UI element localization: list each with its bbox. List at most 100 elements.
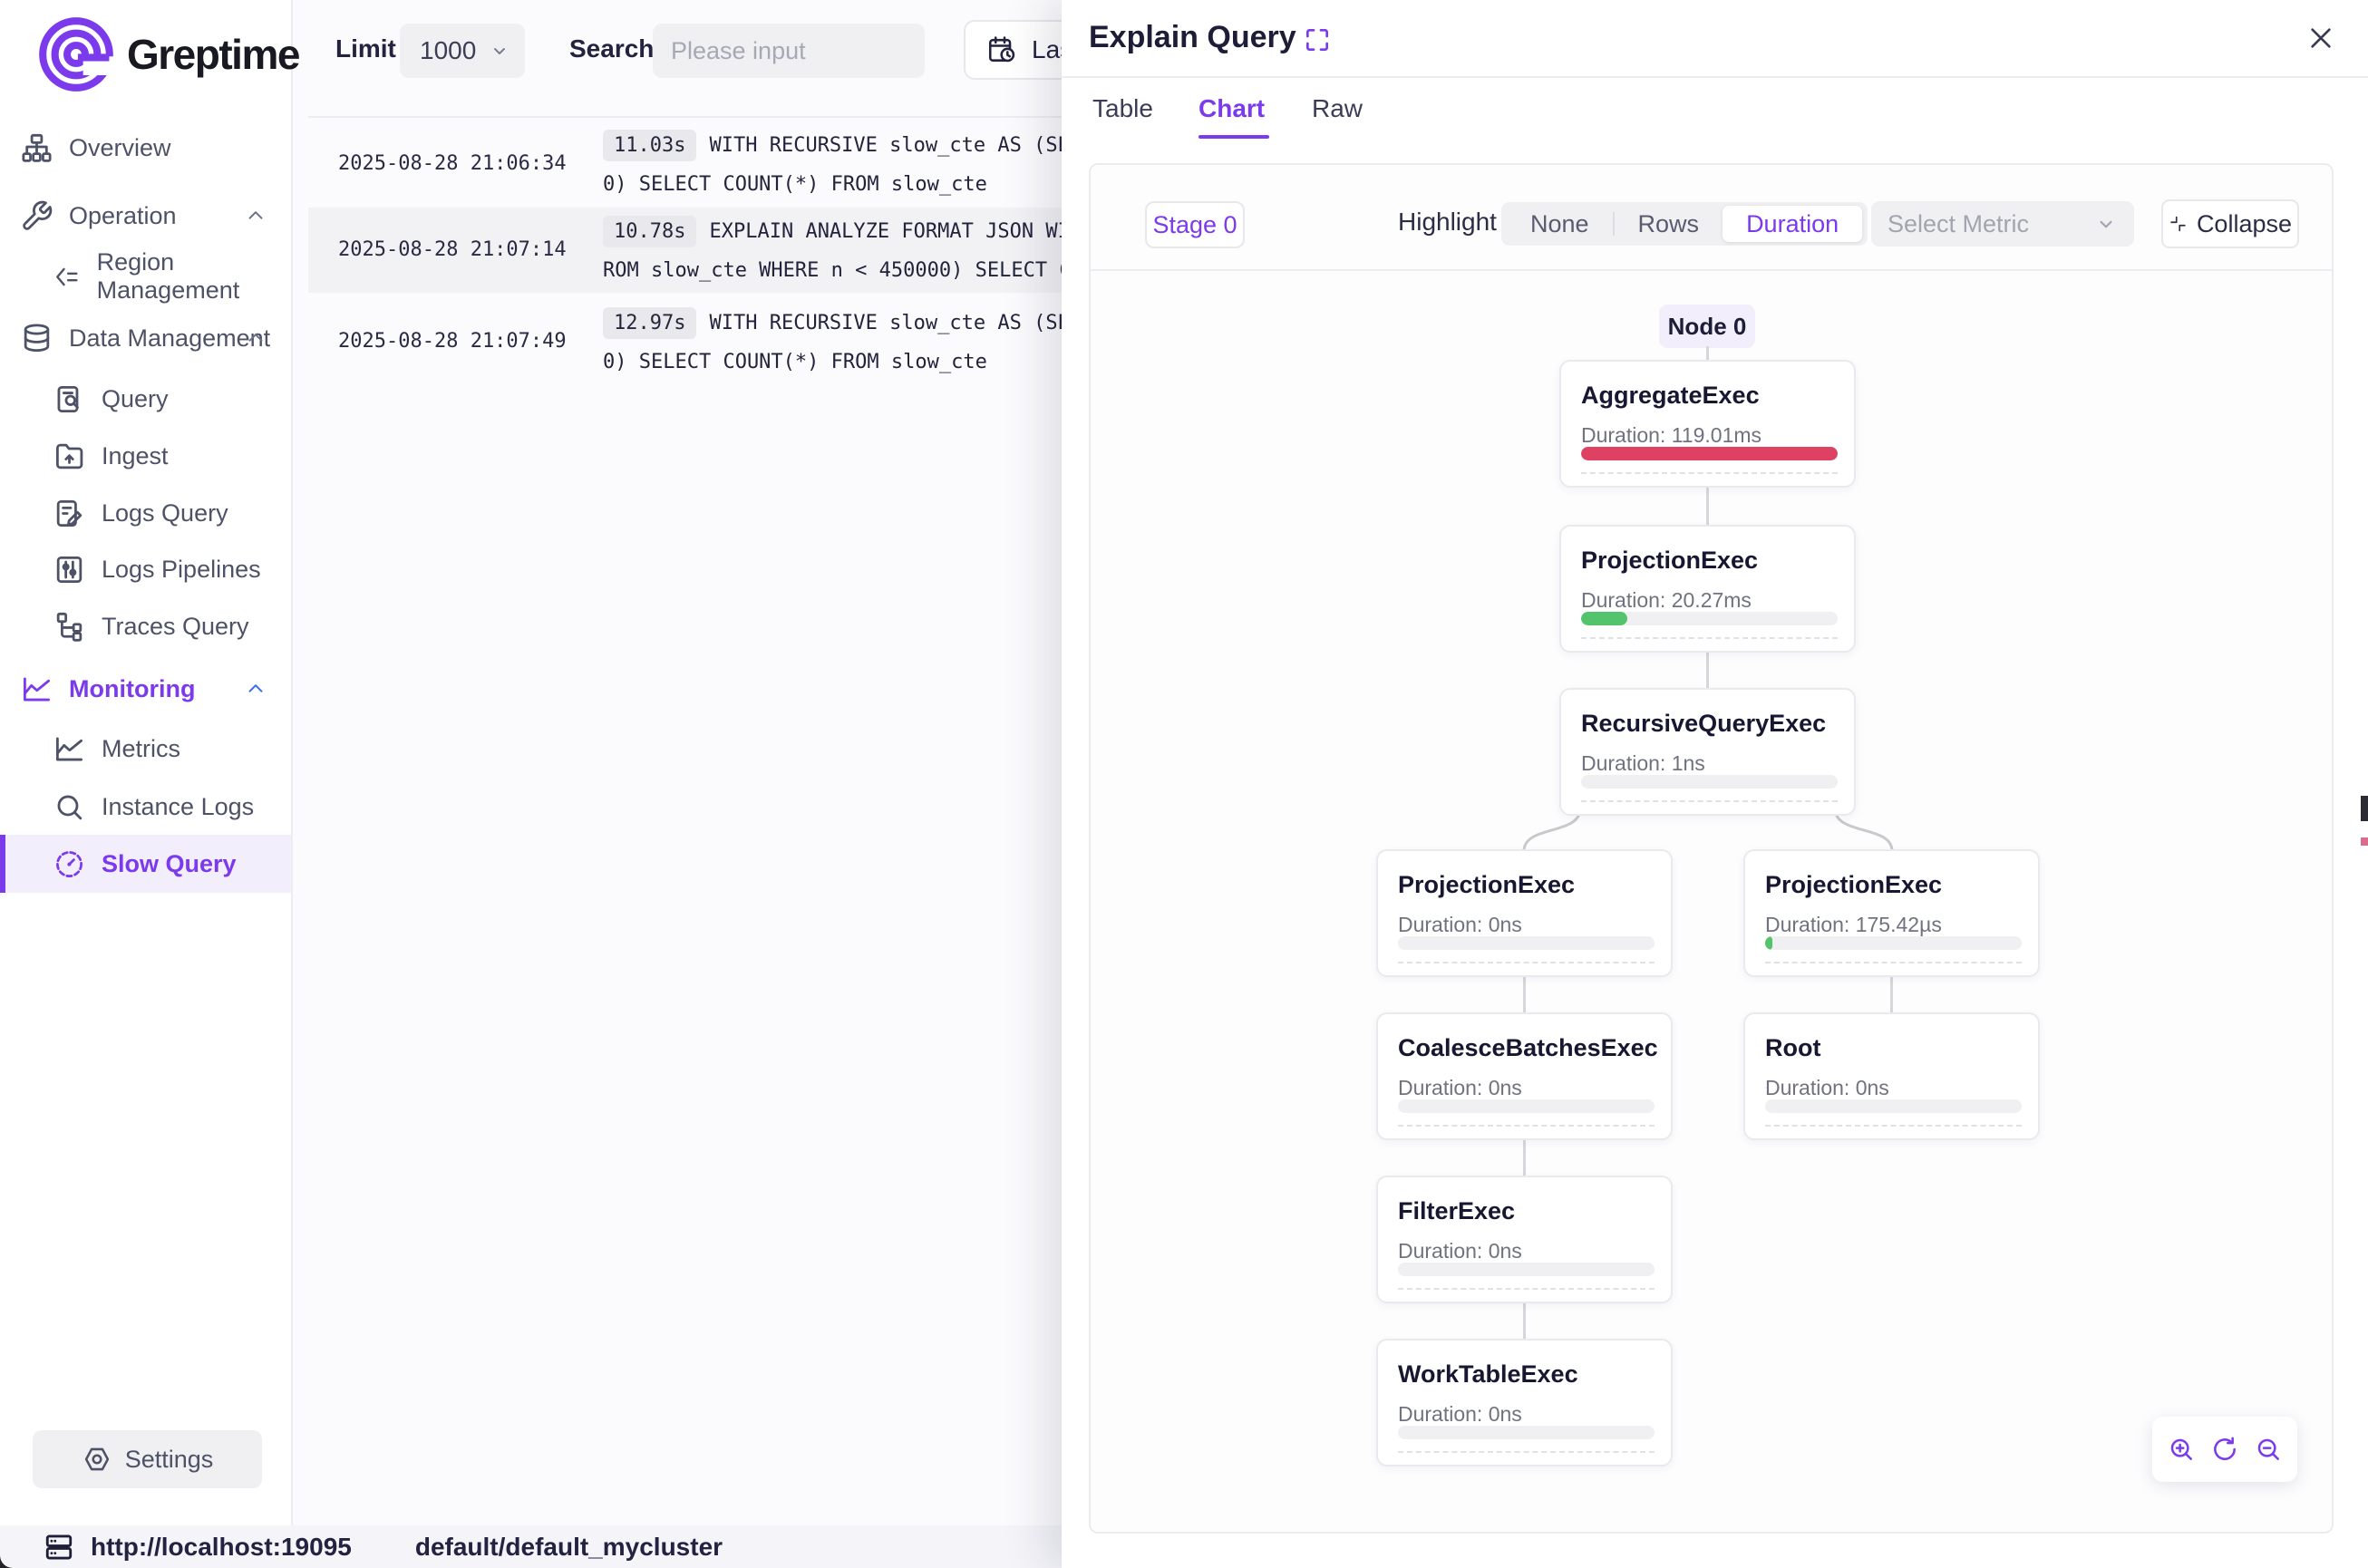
reset-view-icon[interactable] (2210, 1435, 2239, 1464)
slow-query-row-selected[interactable]: 2025-08-28 21:07:14 10.78s EXPLAIN ANALY… (308, 208, 1062, 293)
query-text-line2: 0) SELECT COUNT(*) FROM slow_cte (603, 173, 1062, 196)
sliders-icon (53, 553, 86, 586)
org-chart-icon (20, 131, 53, 165)
duration-badge: 10.78s (603, 216, 696, 247)
row-timestamp: 2025-08-28 21:07:49 (338, 299, 567, 384)
query-text-line1: WITH RECURSIVE slow_cte AS (SELE (709, 312, 1062, 334)
plan-node-filter-exec[interactable]: FilterExec Duration: 0ns (1376, 1176, 1673, 1303)
region-management-icon (53, 260, 82, 294)
duration-bar (1765, 1099, 2022, 1113)
limit-label: Limit (335, 34, 396, 63)
node-dotted-divider (1581, 472, 1838, 474)
sidebar-item-label: Slow Query (102, 850, 237, 878)
sidebar-item-operation[interactable]: Operation (0, 187, 291, 245)
chevron-down-icon (489, 40, 510, 62)
cluster-name[interactable]: default/default_mycluster (415, 1533, 723, 1562)
plan-node-projection-exec-3[interactable]: ProjectionExec Duration: 175.42µs (1743, 849, 2040, 977)
sidebar-item-query[interactable]: Query (0, 370, 291, 428)
plan-node-projection-exec-2[interactable]: ProjectionExec Duration: 0ns (1376, 849, 1673, 977)
panel-title: Explain Query (1089, 20, 1296, 55)
duration-bar (1581, 612, 1838, 625)
tab-raw[interactable]: Raw (1312, 94, 1363, 123)
folder-ingest-icon (53, 440, 86, 473)
query-text-line2: ROM slow_cte WHERE n < 450000) SELECT CO (603, 259, 1062, 282)
active-tab-underline (1199, 135, 1269, 139)
time-range-button[interactable]: Last (964, 20, 1062, 80)
sidebar-item-slow-query[interactable]: Slow Query (0, 835, 291, 893)
query-text-line1: EXPLAIN ANALYZE FORMAT JSON WITH (709, 220, 1062, 243)
sidebar-item-region-management[interactable]: Region Management (0, 247, 291, 305)
node-duration: Duration: 0ns (1398, 1076, 1671, 1100)
row-query-cell: 11.03s WITH RECURSIVE slow_cte AS (SELE … (603, 130, 1062, 196)
sidebar-item-data-management[interactable]: Data Management (0, 309, 291, 367)
sidebar-item-label: Logs Pipelines (102, 556, 261, 584)
slow-query-row[interactable]: 2025-08-28 21:06:34 11.03s WITH RECURSIV… (308, 121, 1062, 207)
zoom-out-icon[interactable] (2254, 1435, 2283, 1464)
search-label: Search (569, 34, 654, 63)
zoom-in-icon[interactable] (2167, 1435, 2196, 1464)
slow-query-main: Limit 1000 Search Last 2025-08-28 21:06:… (293, 0, 1062, 1525)
duration-bar (1581, 775, 1838, 789)
node-duration: Duration: 119.01ms (1581, 423, 1854, 448)
chevron-up-icon[interactable] (244, 677, 267, 701)
chevron-up-icon[interactable] (244, 204, 267, 227)
node-title: Root (1765, 1034, 2038, 1062)
node-title: ProjectionExec (1765, 871, 2038, 899)
settings-label: Settings (125, 1446, 214, 1474)
sidebar-item-logs-query[interactable]: Logs Query (0, 484, 291, 542)
app-window: Greptime Overview Operation Region Manag… (0, 0, 2368, 1568)
node-dotted-divider (1581, 800, 1838, 802)
duration-bar (1398, 1263, 1655, 1276)
plan-node-coalesce-batches-exec[interactable]: CoalesceBatchesExec Duration: 0ns (1376, 1012, 1673, 1140)
sidebar-item-overview[interactable]: Overview (0, 119, 291, 177)
node-title: WorkTableExec (1398, 1360, 1671, 1389)
sidebar-item-metrics[interactable]: Metrics (0, 720, 291, 778)
plan-node-aggregate-exec[interactable]: AggregateExec Duration: 119.01ms (1559, 360, 1856, 488)
tree-icon (53, 610, 86, 644)
server-url[interactable]: http://localhost:19095 (91, 1533, 352, 1562)
plan-node-projection-exec-1[interactable]: ProjectionExec Duration: 20.27ms (1559, 525, 1856, 653)
sidebar-item-label: Metrics (102, 735, 180, 763)
sidebar-item-monitoring[interactable]: Monitoring (0, 660, 291, 718)
database-icon (20, 322, 53, 355)
sidebar-item-label: Ingest (102, 442, 169, 470)
greptime-logo-icon (34, 13, 118, 96)
slow-query-row[interactable]: 2025-08-28 21:07:49 12.97s WITH RECURSIV… (308, 299, 1062, 384)
duration-bar (1398, 1426, 1655, 1439)
node-title: RecursiveQueryExec (1581, 710, 1854, 738)
duration-bar (1581, 447, 1838, 460)
expand-icon[interactable] (1303, 25, 1332, 54)
node-duration: Duration: 20.27ms (1581, 588, 1854, 613)
sidebar-item-instance-logs[interactable]: Instance Logs (0, 778, 291, 836)
limit-select[interactable]: 1000 (400, 24, 525, 78)
plan-node-root[interactable]: Root Duration: 0ns (1743, 1012, 2040, 1140)
time-range-label: Last (1032, 35, 1062, 64)
node-duration: Duration: 1ns (1581, 751, 1854, 776)
sidebar-item-label: Monitoring (69, 675, 195, 703)
sidebar-item-logs-pipelines[interactable]: Logs Pipelines (0, 540, 291, 598)
sidebar-item-ingest[interactable]: Ingest (0, 427, 291, 485)
node-dotted-divider (1765, 962, 2022, 963)
search-input[interactable] (653, 24, 925, 78)
node-title: ProjectionExec (1398, 871, 1671, 899)
gear-icon (82, 1444, 112, 1475)
close-icon[interactable] (2306, 24, 2335, 53)
line-chart-icon (20, 673, 53, 706)
sidebar-item-label: Traces Query (102, 613, 249, 641)
server-stack-icon (44, 1532, 74, 1563)
tab-table[interactable]: Table (1092, 94, 1153, 123)
query-text-line2: 0) SELECT COUNT(*) FROM slow_cte (603, 351, 1062, 373)
sidebar: Greptime Overview Operation Region Manag… (0, 0, 293, 1525)
gauge-icon (53, 847, 86, 881)
node-dotted-divider (1398, 1451, 1655, 1453)
edge-artifact (2361, 837, 2368, 846)
plan-node-work-table-exec[interactable]: WorkTableExec Duration: 0ns (1376, 1339, 1673, 1466)
duration-badge: 11.03s (603, 130, 696, 161)
settings-button[interactable]: Settings (33, 1430, 262, 1488)
row-timestamp: 2025-08-28 21:07:14 (338, 208, 567, 293)
node-duration: Duration: 175.42µs (1765, 913, 2038, 937)
tab-chart[interactable]: Chart (1199, 94, 1265, 123)
sidebar-item-traces-query[interactable]: Traces Query (0, 597, 291, 655)
plan-node-recursive-query-exec[interactable]: RecursiveQueryExec Duration: 1ns (1559, 688, 1856, 816)
chevron-up-icon[interactable] (244, 326, 267, 350)
